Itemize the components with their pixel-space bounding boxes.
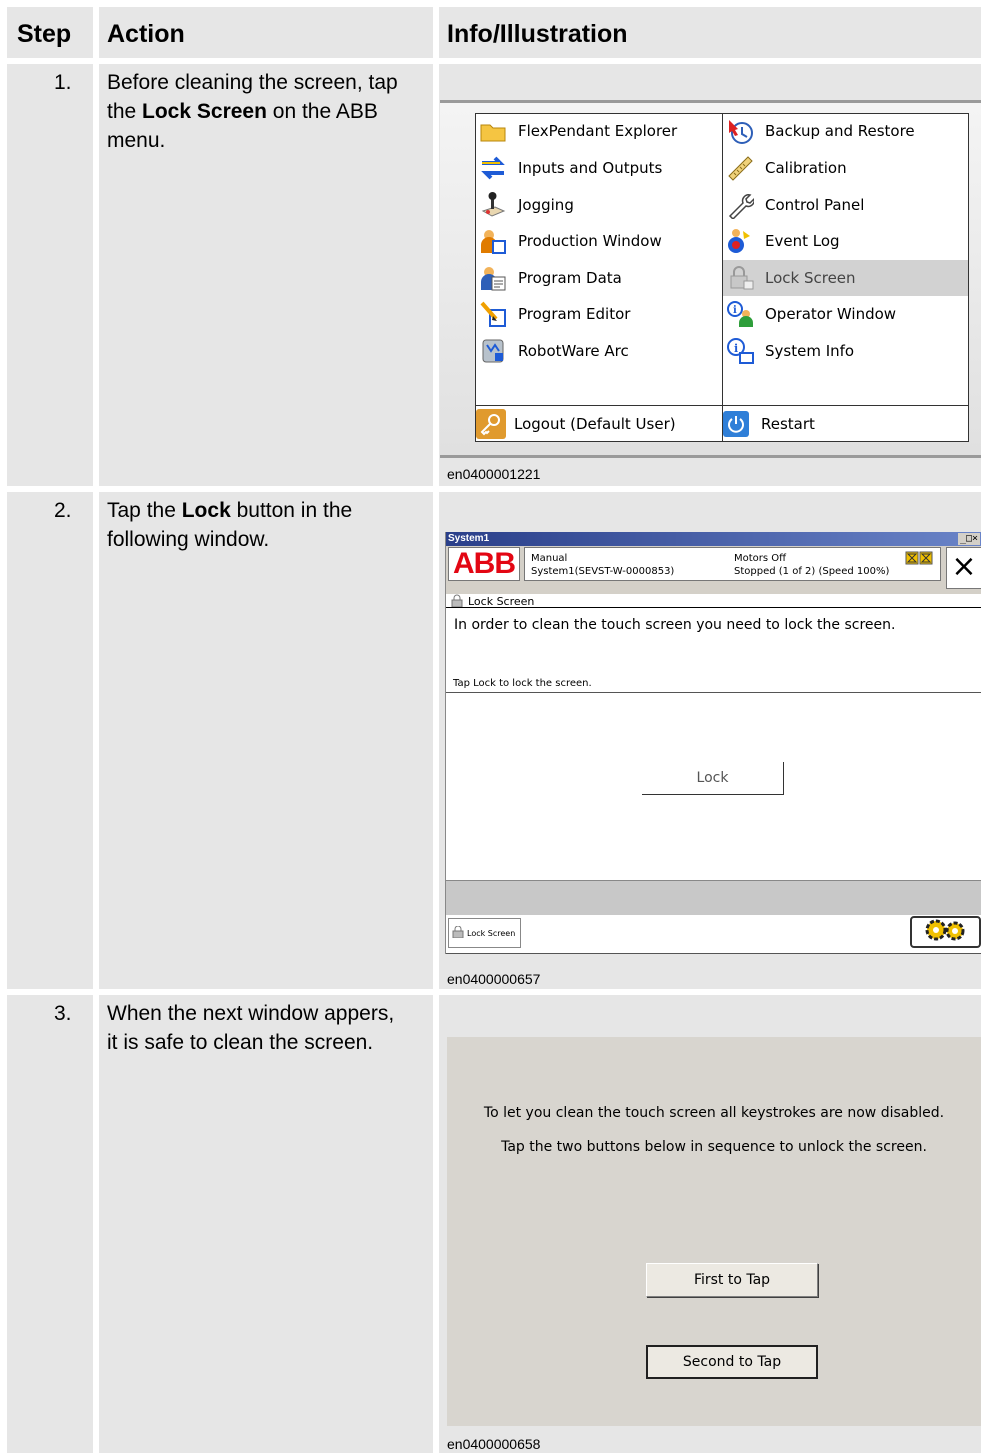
- row2-step-cell: [7, 492, 93, 989]
- status-bar[interactable]: Manual System1(SEVST-W-0000853) Motors O…: [524, 547, 941, 581]
- mode-text: Manual: [531, 553, 568, 564]
- menu-item-production-window[interactable]: Production Window: [476, 223, 721, 259]
- svg-text:i: i: [733, 305, 737, 316]
- power-icon: [723, 411, 749, 437]
- menu-item-lock-screen[interactable]: Lock Screen: [723, 260, 968, 296]
- window-title: System1: [446, 532, 981, 546]
- gears-icon: [922, 918, 970, 947]
- backup-restore-icon: [723, 116, 757, 146]
- figure-id: en0400001221: [447, 466, 541, 482]
- window-control-buttons[interactable]: _□×: [957, 533, 980, 545]
- key-icon: [476, 409, 506, 439]
- intro-text: In order to clean the touch screen you n…: [454, 617, 896, 633]
- motors-text: Motors Off: [734, 553, 787, 564]
- menu-item-program-data[interactable]: Program Data: [476, 260, 721, 296]
- first-to-tap-button[interactable]: First to Tap: [646, 1263, 818, 1297]
- robotware-arc-icon: [476, 336, 510, 366]
- step-action-text: Before cleaning the screen, tap the Lock…: [107, 71, 398, 152]
- menu-item-program-editor[interactable]: Program Editor: [476, 296, 721, 332]
- close-button[interactable]: ×: [946, 547, 981, 589]
- divider: [446, 953, 981, 954]
- lock-button[interactable]: Lock: [642, 762, 784, 795]
- state-text: Stopped (1 of 2) (Speed 100%): [734, 566, 890, 577]
- figure-id: en0400000657: [447, 971, 541, 987]
- io-arrows-icon: [476, 153, 510, 183]
- joystick-icon: [476, 190, 510, 220]
- menu-item-system-info[interactable]: i System Info: [723, 333, 968, 369]
- wrench-icon: [723, 190, 757, 220]
- program-data-icon: [476, 263, 510, 293]
- command-bar: [446, 880, 981, 915]
- svg-text:i: i: [734, 342, 738, 355]
- step-action-text: Tap the Lock button in the following win…: [107, 499, 353, 551]
- header-action: Action: [107, 20, 185, 48]
- lock-icon: [451, 925, 465, 940]
- menu-item-backup-restore[interactable]: Backup and Restore: [723, 113, 968, 149]
- figure-id: en0400000658: [447, 1436, 541, 1452]
- production-window-icon: [476, 226, 510, 256]
- menu-item-operator-window[interactable]: i Operator Window: [723, 296, 968, 332]
- system-info-icon: i: [723, 336, 757, 366]
- row2-action-cell: [99, 492, 433, 989]
- step-number: 2.: [54, 499, 72, 522]
- logout-button[interactable]: Logout (Default User): [476, 406, 721, 442]
- restart-button[interactable]: Restart: [723, 406, 968, 442]
- row1-step-cell: [7, 64, 93, 486]
- operator-window-icon: i: [723, 299, 757, 329]
- hourglass-icon: [905, 551, 935, 568]
- flexpendant-window: System1 _□× ABB Manual System1(SEVST-W-0…: [445, 532, 981, 954]
- calibration-ruler-icon: [723, 153, 757, 183]
- menu-item-calibration[interactable]: Calibration: [723, 150, 968, 186]
- locked-screen: To let you clean the touch screen all ke…: [447, 1037, 981, 1426]
- lock-icon: [450, 594, 464, 610]
- folder-icon: [476, 116, 510, 146]
- program-editor-icon: [476, 299, 510, 329]
- row3-action-cell: [99, 995, 433, 1453]
- unlock-instruction: Tap the two buttons below in sequence to…: [501, 1139, 927, 1155]
- quickset-gear-button[interactable]: [910, 916, 981, 948]
- breadcrumb: Lock Screen: [446, 594, 981, 608]
- menu-item-flexpendant-explorer[interactable]: FlexPendant Explorer: [476, 113, 721, 149]
- menu-item-event-log[interactable]: Event Log: [723, 223, 968, 259]
- system-text: System1(SEVST-W-0000853): [531, 566, 675, 577]
- second-to-tap-button[interactable]: Second to Tap: [646, 1345, 818, 1379]
- status-header: ABB Manual System1(SEVST-W-0000853) Moto…: [446, 546, 981, 594]
- lock-icon: [723, 263, 757, 293]
- step-action-text: When the next window appers, it is safe …: [107, 1002, 395, 1054]
- divider: [446, 692, 981, 693]
- locked-message: To let you clean the touch screen all ke…: [483, 1105, 945, 1121]
- menu-item-jogging[interactable]: Jogging: [476, 187, 721, 223]
- taskbar-lock-screen[interactable]: Lock Screen: [448, 918, 521, 948]
- instruction-text: Tap Lock to lock the screen.: [453, 678, 592, 689]
- abb-logo[interactable]: ABB: [448, 547, 520, 581]
- header-info: Info/Illustration: [447, 20, 628, 48]
- menu-item-robotware-arc[interactable]: RobotWare Arc: [476, 333, 721, 369]
- step-number: 3.: [54, 1002, 72, 1025]
- menu-item-inputs-outputs[interactable]: Inputs and Outputs: [476, 150, 721, 186]
- row3-step-cell: [7, 995, 93, 1453]
- header-step: Step: [17, 20, 72, 48]
- step-number: 1.: [54, 71, 72, 94]
- event-log-icon: [723, 226, 757, 256]
- menu-item-control-panel[interactable]: Control Panel: [723, 187, 968, 223]
